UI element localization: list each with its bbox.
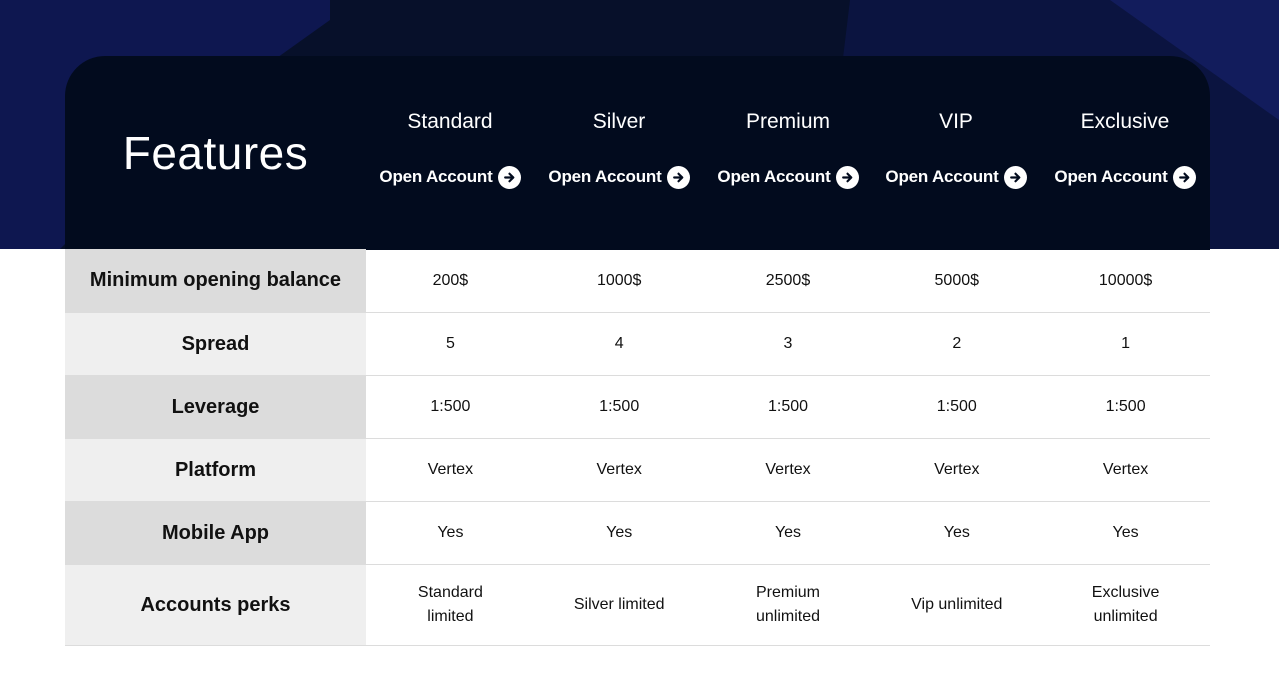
table-cell: 2500$ (765, 271, 811, 289)
table-row: Spread 5 4 3 2 1 (65, 313, 1210, 376)
table-cell: Exclusive unlimited (1091, 584, 1160, 625)
table-cell: 5000$ (934, 271, 980, 289)
table-cell: Standard limited (417, 584, 483, 625)
open-account-button[interactable]: Open Account (717, 165, 859, 189)
features-title: Features (122, 127, 309, 179)
table-cell: 1:500 (599, 398, 640, 415)
plan-name: VIP (939, 110, 973, 133)
table-cell: 1:500 (430, 398, 471, 415)
table-cell: Vertex (1102, 461, 1149, 478)
table-row: Mobile App Yes Yes Yes Yes Yes (65, 502, 1210, 565)
table-cell: Yes (437, 524, 464, 541)
row-label: Accounts perks (65, 565, 366, 645)
plan-name: Silver (592, 110, 646, 133)
table-cell: Vip unlimited (911, 596, 1003, 613)
plan-name: Exclusive (1080, 110, 1170, 133)
table-cell: Premium unlimited (755, 584, 820, 625)
open-account-button[interactable]: Open Account (1054, 165, 1196, 189)
plan-name: Standard (407, 110, 493, 133)
arrow-right-circle-icon (497, 165, 521, 189)
row-label: Spread (65, 313, 366, 375)
table-cell: Vertex (765, 461, 811, 478)
table-cell: 1000$ (596, 271, 642, 289)
table-cell: Vertex (427, 461, 474, 478)
arrow-right-circle-icon (1003, 165, 1027, 189)
open-account-button[interactable]: Open Account (885, 165, 1027, 189)
table-row: Leverage 1:500 1:500 1:500 1:500 1:500 (65, 376, 1210, 439)
plan-column-standard: Standard Open Account (366, 108, 534, 189)
features-table: Minimum opening balance 200$ 1000$ 2500$… (65, 249, 1210, 646)
table-cell: 4 (614, 335, 624, 352)
plan-name: Premium (745, 110, 830, 133)
table-cell: Vertex (934, 461, 980, 478)
plan-column-premium: Premium Open Account (704, 108, 872, 189)
table-cell: 1:500 (936, 398, 977, 415)
row-label: Mobile App (65, 502, 366, 564)
open-account-label: Open Account (548, 167, 662, 186)
open-account-label: Open Account (717, 167, 831, 186)
table-row: Accounts perks Standard limited Silver l… (65, 565, 1210, 646)
table-cell: 1:500 (767, 398, 809, 415)
table-cell: 5 (445, 335, 455, 352)
plan-column-silver: Silver Open Account (535, 108, 703, 189)
table-cell: Silver limited (573, 596, 665, 613)
table-cell: 1:500 (1105, 398, 1146, 415)
table-cell: 3 (783, 335, 793, 352)
table-cell: Yes (606, 524, 633, 541)
plan-column-vip: VIP Open Account (872, 108, 1040, 189)
open-account-label: Open Account (885, 167, 999, 186)
table-cell: Yes (774, 524, 802, 541)
table-cell: Yes (943, 524, 970, 541)
table-cell: 10000$ (1098, 271, 1153, 289)
table-row: Minimum opening balance 200$ 1000$ 2500$… (65, 249, 1210, 313)
open-account-button[interactable]: Open Account (548, 165, 690, 189)
table-cell: Vertex (596, 461, 642, 478)
table-cell: 1 (1121, 335, 1131, 352)
open-account-label: Open Account (379, 167, 493, 186)
table-cell: Yes (1112, 524, 1139, 541)
row-label: Minimum opening balance (65, 249, 366, 312)
open-account-button[interactable]: Open Account (379, 165, 521, 189)
arrow-right-circle-icon (1172, 165, 1196, 189)
table-cell: 2 (952, 335, 962, 352)
arrow-right-circle-icon (666, 165, 690, 189)
row-label: Platform (65, 439, 366, 501)
plan-column-exclusive: Exclusive Open Account (1041, 108, 1209, 189)
open-account-label: Open Account (1054, 167, 1168, 186)
arrow-right-circle-icon (835, 165, 859, 189)
table-row: Platform Vertex Vertex Vertex Vertex Ver… (65, 439, 1210, 502)
table-cell: 200$ (432, 271, 469, 289)
row-label: Leverage (65, 376, 366, 438)
